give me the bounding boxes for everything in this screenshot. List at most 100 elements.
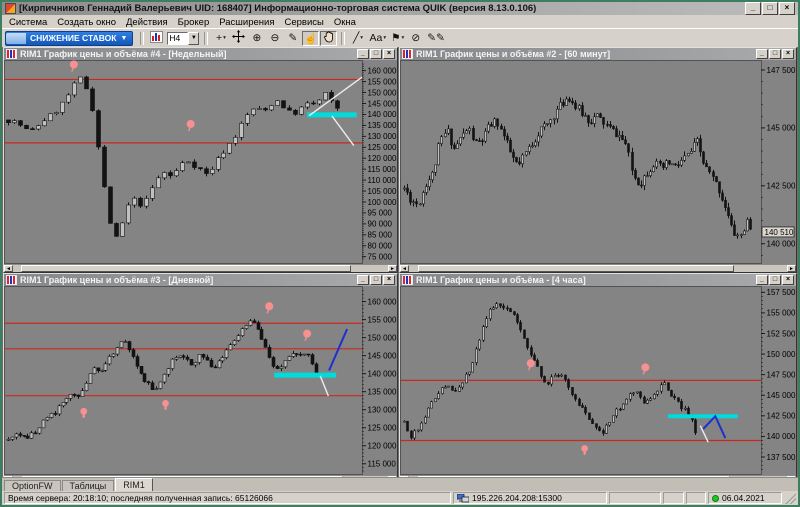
chart-window-60min: RIM1 График цены и объёма #2 - [60 минут…	[399, 47, 797, 273]
close-button[interactable]: ×	[782, 275, 794, 285]
scroll-track[interactable]	[409, 476, 787, 477]
minimize-button[interactable]: _	[357, 49, 369, 59]
zoom-in-button[interactable]: ⊕	[248, 31, 265, 46]
chart-window-60min-titlebar[interactable]: RIM1 График цены и объёма #2 - [60 минут…	[400, 48, 796, 60]
timeframe-value[interactable]: H4	[167, 31, 189, 45]
menu-сервисы[interactable]: Сервисы	[280, 17, 329, 28]
chart-window-4hour-titlebar[interactable]: RIM1 График цены и объёма - [4 часа] _ □ ×	[400, 274, 796, 286]
edit-objects-button[interactable]: ✎✎	[425, 31, 447, 46]
menu-создать-окно[interactable]: Создать окно	[52, 17, 121, 28]
close-button[interactable]: ×	[779, 2, 795, 15]
chart-canvas-weekly[interactable]: 75 000 80 000 85 000 90 000 95 000 100 000 105…	[4, 60, 397, 264]
pointer-hand-button[interactable]: ☝	[302, 30, 320, 46]
svg-text:140 000: 140 000	[767, 432, 796, 441]
chart-window-weekly-title: RIM1 График цены и объёма #4 - [Недельны…	[20, 49, 227, 59]
maximize-button[interactable]: □	[762, 2, 778, 15]
svg-text:110 000: 110 000	[368, 176, 397, 185]
chart-window-weekly-titlebar[interactable]: RIM1 График цены и объёма #4 - [Недельны…	[4, 48, 397, 60]
maximize-button[interactable]: □	[370, 275, 382, 285]
svg-text:157 500: 157 500	[767, 288, 796, 297]
mdi-workspace: RIM1 График цены и объёма #4 - [Недельны…	[2, 47, 798, 477]
resize-grip[interactable]	[784, 492, 796, 504]
chart-window-daily-titlebar[interactable]: RIM1 График цены и объёма #3 - [Дневной]…	[4, 274, 397, 286]
menu-действия[interactable]: Действия	[121, 17, 173, 28]
pan-hand-button[interactable]	[320, 30, 338, 46]
chart-hscrollbar[interactable]: ◄►	[4, 264, 397, 272]
dropdown-arrow-icon[interactable]: ▾	[402, 35, 405, 41]
text-tool-button[interactable]: Aa ▾	[367, 31, 388, 46]
chart-doc-icon	[6, 49, 17, 59]
svg-text:125 000: 125 000	[368, 143, 397, 152]
tab-optionfw[interactable]: OptionFW	[4, 480, 61, 491]
line-tool-button[interactable]: ╱ ▾	[349, 31, 366, 46]
svg-text:160 000: 160 000	[368, 66, 397, 75]
svg-text:145 000: 145 000	[767, 391, 796, 400]
svg-text:145 000: 145 000	[767, 124, 796, 133]
move-tool-button[interactable]	[230, 30, 247, 46]
pencil-tool-button[interactable]: ✎	[284, 31, 301, 46]
scroll-right-icon[interactable]: ►	[388, 476, 397, 477]
scroll-left-icon[interactable]: ◄	[400, 476, 409, 477]
scroll-right-icon[interactable]: ►	[388, 265, 397, 272]
minimize-button[interactable]: _	[745, 2, 761, 15]
scroll-right-icon[interactable]: ►	[787, 476, 796, 477]
svg-text:135 000: 135 000	[368, 388, 397, 397]
close-button[interactable]: ×	[383, 275, 395, 285]
chart-hscrollbar[interactable]: ◄►	[4, 475, 397, 477]
menu-окна[interactable]: Окна	[329, 17, 361, 28]
chart-hscrollbar[interactable]: ◄►	[400, 475, 796, 477]
scroll-thumb[interactable]	[418, 265, 735, 272]
scroll-left-icon[interactable]: ◄	[400, 265, 409, 272]
minimize-button[interactable]: _	[756, 49, 768, 59]
scroll-left-icon[interactable]: ◄	[4, 265, 13, 272]
svg-text:120 000: 120 000	[368, 154, 397, 163]
scroll-thumb[interactable]	[418, 476, 731, 477]
promo-label: СНИЖЕНИЕ СТАВОК	[30, 33, 117, 43]
dropdown-arrow-icon[interactable]: ▾	[223, 35, 226, 41]
scroll-track[interactable]	[13, 265, 388, 272]
svg-text:145 000: 145 000	[368, 351, 397, 360]
toolbar-separator	[140, 31, 145, 45]
new-chart-button[interactable]	[148, 30, 165, 46]
chart-canvas-4hour[interactable]: 137 500 140 000 142 500 145 000 147 500 150 0…	[400, 286, 796, 475]
menu-bar: Система Создать окно Действия Брокер Расшире…	[2, 15, 798, 28]
maximize-button[interactable]: □	[769, 49, 781, 59]
chart-window-controls: _ □ ×	[357, 275, 395, 285]
scroll-track[interactable]	[409, 265, 787, 272]
tab-rim1[interactable]: RIM1	[115, 478, 153, 491]
menu-система[interactable]: Система	[4, 17, 52, 28]
flag-tool-button[interactable]: ⚑ ▾	[389, 31, 406, 46]
minimize-button[interactable]: _	[357, 275, 369, 285]
zoom-out-button[interactable]: ⊖	[266, 31, 283, 46]
crosshair-tool-button[interactable]: + ▾	[212, 31, 229, 46]
chart-hscrollbar[interactable]: ◄►	[400, 264, 796, 272]
chart-canvas-daily[interactable]: 115 000 120 000 125 000 130 000 135 000 140 0…	[4, 286, 397, 475]
timeframe-select[interactable]: H4 ▼	[167, 31, 200, 45]
scroll-right-icon[interactable]: ►	[787, 265, 796, 272]
svg-text:155 000: 155 000	[368, 77, 397, 86]
scroll-left-icon[interactable]: ◄	[4, 476, 13, 477]
minimize-button[interactable]: _	[756, 275, 768, 285]
close-button[interactable]: ×	[383, 49, 395, 59]
maximize-button[interactable]: □	[769, 275, 781, 285]
menu-расширения[interactable]: Расширения	[214, 17, 279, 28]
chart-window-daily: RIM1 График цены и объёма #3 - [Дневной]…	[3, 273, 398, 477]
scroll-track[interactable]	[13, 476, 388, 477]
menu-брокер[interactable]: Брокер	[173, 17, 215, 28]
hide-objects-button[interactable]: ⊘	[407, 31, 424, 46]
tab-таблицы[interactable]: Таблицы	[61, 480, 115, 491]
svg-text:130 000: 130 000	[368, 132, 397, 141]
chart-window-controls: _ □ ×	[357, 49, 395, 59]
chart-window-4hour-title: RIM1 График цены и объёма - [4 часа]	[416, 275, 586, 285]
timeframe-dropdown-icon[interactable]: ▼	[188, 31, 200, 45]
promo-button[interactable]: СНИЖЕНИЕ СТАВОК ▼	[5, 30, 134, 46]
flag-tool-icon: ⚑	[391, 32, 401, 44]
chart-canvas-60min[interactable]: 140 000 142 500 145 000 147 500 140 510	[400, 60, 796, 264]
scroll-thumb[interactable]	[22, 476, 343, 477]
close-button[interactable]: ×	[782, 49, 794, 59]
dropdown-arrow-icon[interactable]: ▾	[360, 35, 363, 41]
maximize-button[interactable]: □	[370, 49, 382, 59]
scroll-thumb[interactable]	[20, 265, 351, 272]
chart-window-4hour: RIM1 График цены и объёма - [4 часа] _ □ ×…	[399, 273, 797, 477]
dropdown-arrow-icon[interactable]: ▾	[383, 35, 386, 41]
